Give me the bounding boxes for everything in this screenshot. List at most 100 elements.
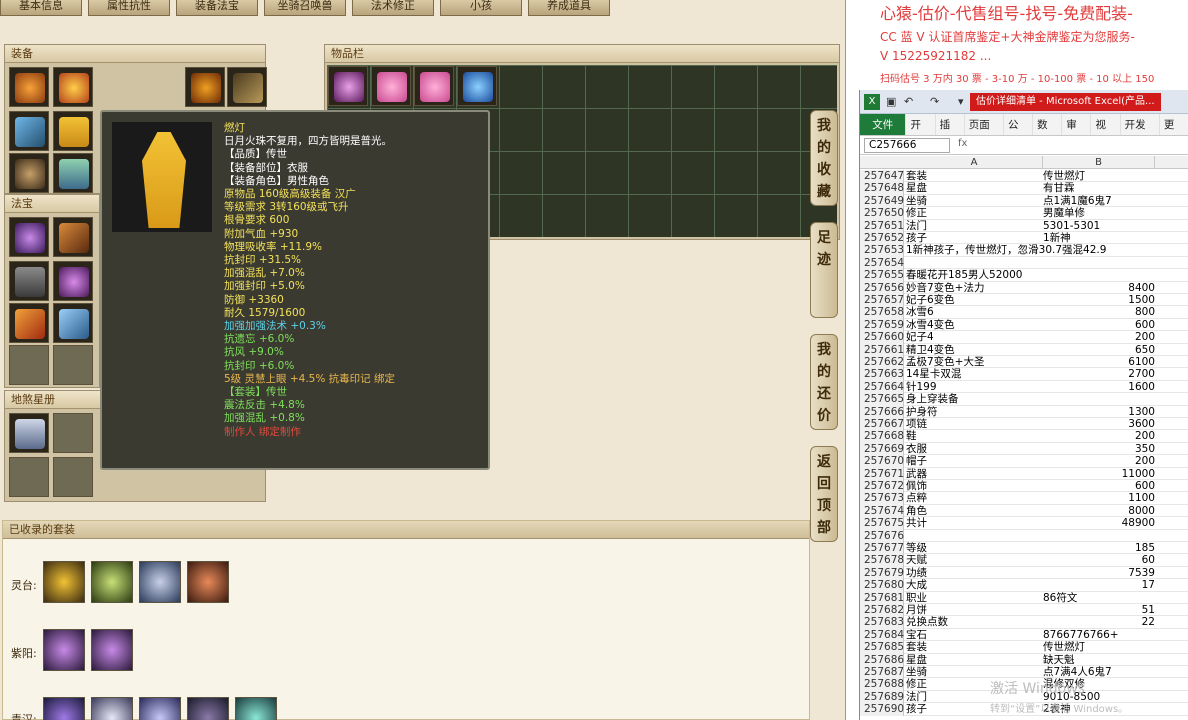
cell-a[interactable]: 法门 (906, 220, 1041, 232)
ribbon-tab[interactable]: 审阅 (1062, 114, 1092, 153)
ribbon-tab[interactable]: 插入 (936, 114, 965, 153)
sheet-row[interactable]: 257677 等级 185 (860, 542, 1188, 555)
cell-b[interactable]: 200 (1043, 331, 1155, 343)
dropdown-icon[interactable]: ▾ (958, 95, 964, 108)
cell-b[interactable]: 185 (1043, 542, 1155, 554)
cell-a[interactable]: 14星卡双混 (906, 368, 1041, 380)
ribbon-tab[interactable]: 页面布 (965, 114, 1004, 153)
cell-a[interactable]: 妃子6变色 (906, 294, 1041, 306)
sheet-row[interactable]: 257655 春暖花开185男人52000 (860, 269, 1188, 282)
sheet-row[interactable]: 257657 妃子6变色 1500 (860, 294, 1188, 307)
cell-b[interactable]: 7539 (1043, 567, 1155, 579)
sheet-row[interactable]: 257679 功绩 7539 (860, 566, 1188, 580)
set-item[interactable] (187, 697, 229, 720)
ribbon-tab[interactable]: 视图 (1091, 114, 1121, 153)
sheet-row[interactable]: 257658 冰雪6 800 (860, 306, 1188, 319)
cell-b[interactable]: 350 (1043, 443, 1155, 455)
cell-b[interactable]: 1600 (1043, 381, 1155, 393)
cell-b[interactable]: 缺天魁 (1043, 654, 1155, 666)
cell-b[interactable]: 200 (1043, 455, 1155, 467)
cell-a[interactable]: 项链 (906, 418, 1041, 430)
row-number[interactable]: 257678 (860, 554, 904, 567)
equip-slot-crown[interactable] (53, 67, 93, 107)
row-number[interactable]: 257650 (860, 207, 904, 220)
cell-b[interactable]: 有甘霖 (1043, 182, 1155, 194)
row-number[interactable]: 257684 (860, 628, 904, 642)
sheet-row[interactable]: 257664 针199 1600 (860, 380, 1188, 394)
sheet-row[interactable]: 257666 护身符 1300 (860, 405, 1188, 418)
cell-a[interactable]: 鞋 (906, 430, 1041, 442)
cell-b[interactable]: 1100 (1043, 492, 1155, 504)
cell-a[interactable]: 职业 (906, 592, 1041, 604)
sheet-row[interactable]: 257681 职业 86符文 (860, 591, 1188, 604)
set-item[interactable] (139, 697, 181, 720)
cell-a[interactable]: 星盘 (906, 182, 1041, 194)
footprints-button[interactable]: 足迹 (810, 222, 838, 318)
cell-a[interactable]: 角色 (906, 505, 1041, 517)
row-number[interactable]: 257687 (860, 666, 904, 679)
cell-b[interactable]: 传世燃灯 (1043, 170, 1155, 182)
row-number[interactable]: 257677 (860, 542, 904, 555)
cell-b[interactable]: 8766776766+ (1043, 629, 1155, 641)
cell-a[interactable]: 修正 (906, 207, 1041, 219)
cell-b[interactable]: 8400 (1043, 282, 1155, 294)
cell-a[interactable]: 1新神孩子，传世燃灯，忽滑30.7强混42.9 (906, 244, 1106, 256)
game-tab[interactable]: 养成道具 (528, 0, 610, 16)
cell-b[interactable]: 5301-5301 (1043, 220, 1155, 232)
row-number[interactable]: 257662 (860, 356, 904, 369)
cell-b[interactable]: 6100 (1043, 356, 1155, 368)
set-item[interactable] (43, 697, 85, 720)
cell-a[interactable]: 身上穿装备 (906, 393, 1041, 405)
item-slot-4[interactable] (457, 66, 497, 106)
ribbon-tab[interactable]: 文件 (860, 114, 907, 135)
row-number[interactable]: 257675 (860, 517, 904, 530)
row-number[interactable]: 257686 (860, 653, 904, 666)
cell-b[interactable]: 48900 (1043, 517, 1155, 529)
sheet-row[interactable]: 257659 冰雪4变色 600 (860, 318, 1188, 332)
star-slot-3[interactable] (9, 457, 49, 497)
row-number[interactable]: 257657 (860, 294, 904, 307)
row-number[interactable]: 257689 (860, 690, 904, 704)
cell-b[interactable]: 男魔单修 (1043, 207, 1155, 219)
set-item[interactable] (43, 561, 85, 603)
row-number[interactable]: 257647 (860, 170, 904, 183)
row-number[interactable]: 257683 (860, 616, 904, 629)
cell-a[interactable]: 精卫4变色 (906, 344, 1041, 356)
cell-a[interactable]: 帽子 (906, 455, 1041, 467)
row-number[interactable]: 257661 (860, 343, 904, 356)
cell-b[interactable]: 点7满4人6鬼7 (1043, 666, 1155, 678)
row-number[interactable]: 257688 (860, 678, 904, 691)
star-slot-1[interactable] (9, 413, 49, 453)
cell-b[interactable]: 86符文 (1043, 592, 1155, 604)
set-item[interactable] (139, 561, 181, 603)
sheet-row[interactable]: 257654 (860, 256, 1188, 270)
fabao-slot-5[interactable] (9, 303, 49, 343)
fabao-slot-4[interactable] (53, 261, 93, 301)
row-number[interactable]: 257664 (860, 380, 904, 394)
cell-b[interactable]: 1500 (1043, 294, 1155, 306)
cell-a[interactable]: 佩饰 (906, 480, 1041, 492)
cell-a[interactable]: 功绩 (906, 567, 1041, 579)
cell-b[interactable]: 3600 (1043, 418, 1155, 430)
ribbon-tab[interactable]: 数据 (1033, 114, 1063, 153)
equip-slot-robe[interactable] (53, 111, 93, 151)
cell-b[interactable]: 17 (1043, 579, 1155, 591)
cell-b[interactable]: 22 (1043, 616, 1155, 628)
sheet-row[interactable]: 257674 角色 8000 (860, 504, 1188, 518)
sheet-row[interactable]: 257678 天赋 60 (860, 554, 1188, 567)
undo-icon[interactable]: ↶ (904, 95, 913, 108)
cell-a[interactable]: 月饼 (906, 604, 1041, 616)
game-tab[interactable]: 小孩 (440, 0, 522, 16)
cell-a[interactable]: 坐骑 (906, 666, 1041, 678)
sheet-row[interactable]: 257656 妙音7变色+法力 8400 (860, 281, 1188, 294)
fabao-slot-1[interactable] (9, 217, 49, 257)
my-favorites-button[interactable]: 我的收藏 (810, 110, 838, 206)
row-number[interactable]: 257672 (860, 480, 904, 493)
row-number[interactable]: 257682 (860, 604, 904, 617)
cell-a[interactable]: 天赋 (906, 554, 1041, 566)
cell-a[interactable]: 孟极7变色+大圣 (906, 356, 1041, 368)
row-number[interactable]: 257654 (860, 256, 904, 270)
row-number[interactable]: 257658 (860, 306, 904, 319)
sheet-row[interactable]: 257683 兑换点数 22 (860, 616, 1188, 629)
save-icon[interactable]: ▣ (886, 95, 896, 108)
